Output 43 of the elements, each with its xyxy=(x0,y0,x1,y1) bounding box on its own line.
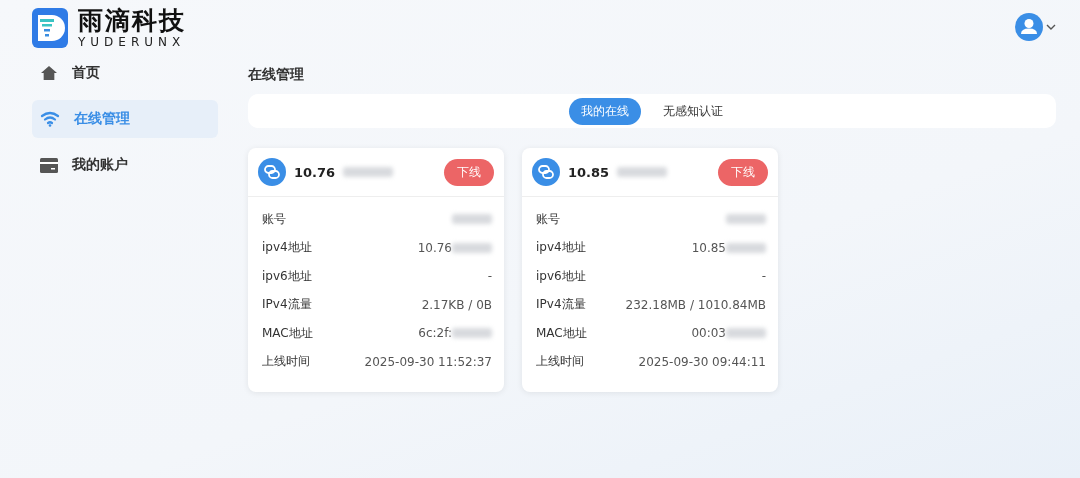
field-label: ipv4地址 xyxy=(536,239,586,257)
tab[interactable]: 我的在线 xyxy=(569,97,641,125)
field-label: 上线时间 xyxy=(536,353,584,371)
field-value: 10.85 xyxy=(691,240,726,255)
session-ip: 10.85 xyxy=(568,164,610,180)
logout-button[interactable]: 下线 xyxy=(718,158,768,186)
field-label: IPv4流量 xyxy=(262,296,312,314)
field-value: 6c:2f: xyxy=(418,326,452,341)
sidebar-item[interactable]: 我的账户 xyxy=(32,146,218,184)
field-label: 上线时间 xyxy=(262,353,310,371)
tab[interactable]: 无感知认证 xyxy=(651,97,735,125)
user-menu[interactable] xyxy=(1015,13,1056,41)
field-label: 账号 xyxy=(536,210,560,228)
field-label: ipv4地址 xyxy=(262,239,312,257)
session-ip: 10.76 xyxy=(294,164,336,180)
wifi-icon xyxy=(40,111,60,127)
field-label: MAC地址 xyxy=(262,324,313,342)
link-icon xyxy=(258,158,286,186)
field-label: MAC地址 xyxy=(536,324,587,342)
field-value: 10.76 xyxy=(417,240,452,255)
field-label: 账号 xyxy=(262,210,286,228)
logo-icon xyxy=(32,8,68,48)
field-value: 232.18MB / 1010.84MB xyxy=(625,297,766,312)
link-icon xyxy=(532,158,560,186)
home-icon xyxy=(40,65,58,81)
brand-subtitle: YUDERUNX xyxy=(78,35,186,49)
field-value: 2025-09-30 09:44:11 xyxy=(638,354,766,369)
field-value: 2025-09-30 11:52:37 xyxy=(364,354,492,369)
field-value: - xyxy=(487,269,492,284)
field-value: 2.17KB / 0B xyxy=(421,297,492,312)
field-label: ipv6地址 xyxy=(536,267,586,285)
brand-name: 雨滴科技 xyxy=(78,7,186,35)
sidebar-item[interactable]: 首页 xyxy=(32,54,218,92)
field-label: IPv4流量 xyxy=(536,296,586,314)
field-value: 00:03 xyxy=(691,326,726,341)
logout-button[interactable]: 下线 xyxy=(444,158,494,186)
page-title: 在线管理 xyxy=(248,66,305,84)
card-icon xyxy=(40,157,58,173)
caret-icon xyxy=(1046,24,1056,30)
sidebar-item[interactable]: 在线管理 xyxy=(32,100,218,138)
field-label: ipv6地址 xyxy=(262,267,312,285)
user-avatar-icon xyxy=(1015,13,1043,41)
field-value: - xyxy=(761,269,766,284)
